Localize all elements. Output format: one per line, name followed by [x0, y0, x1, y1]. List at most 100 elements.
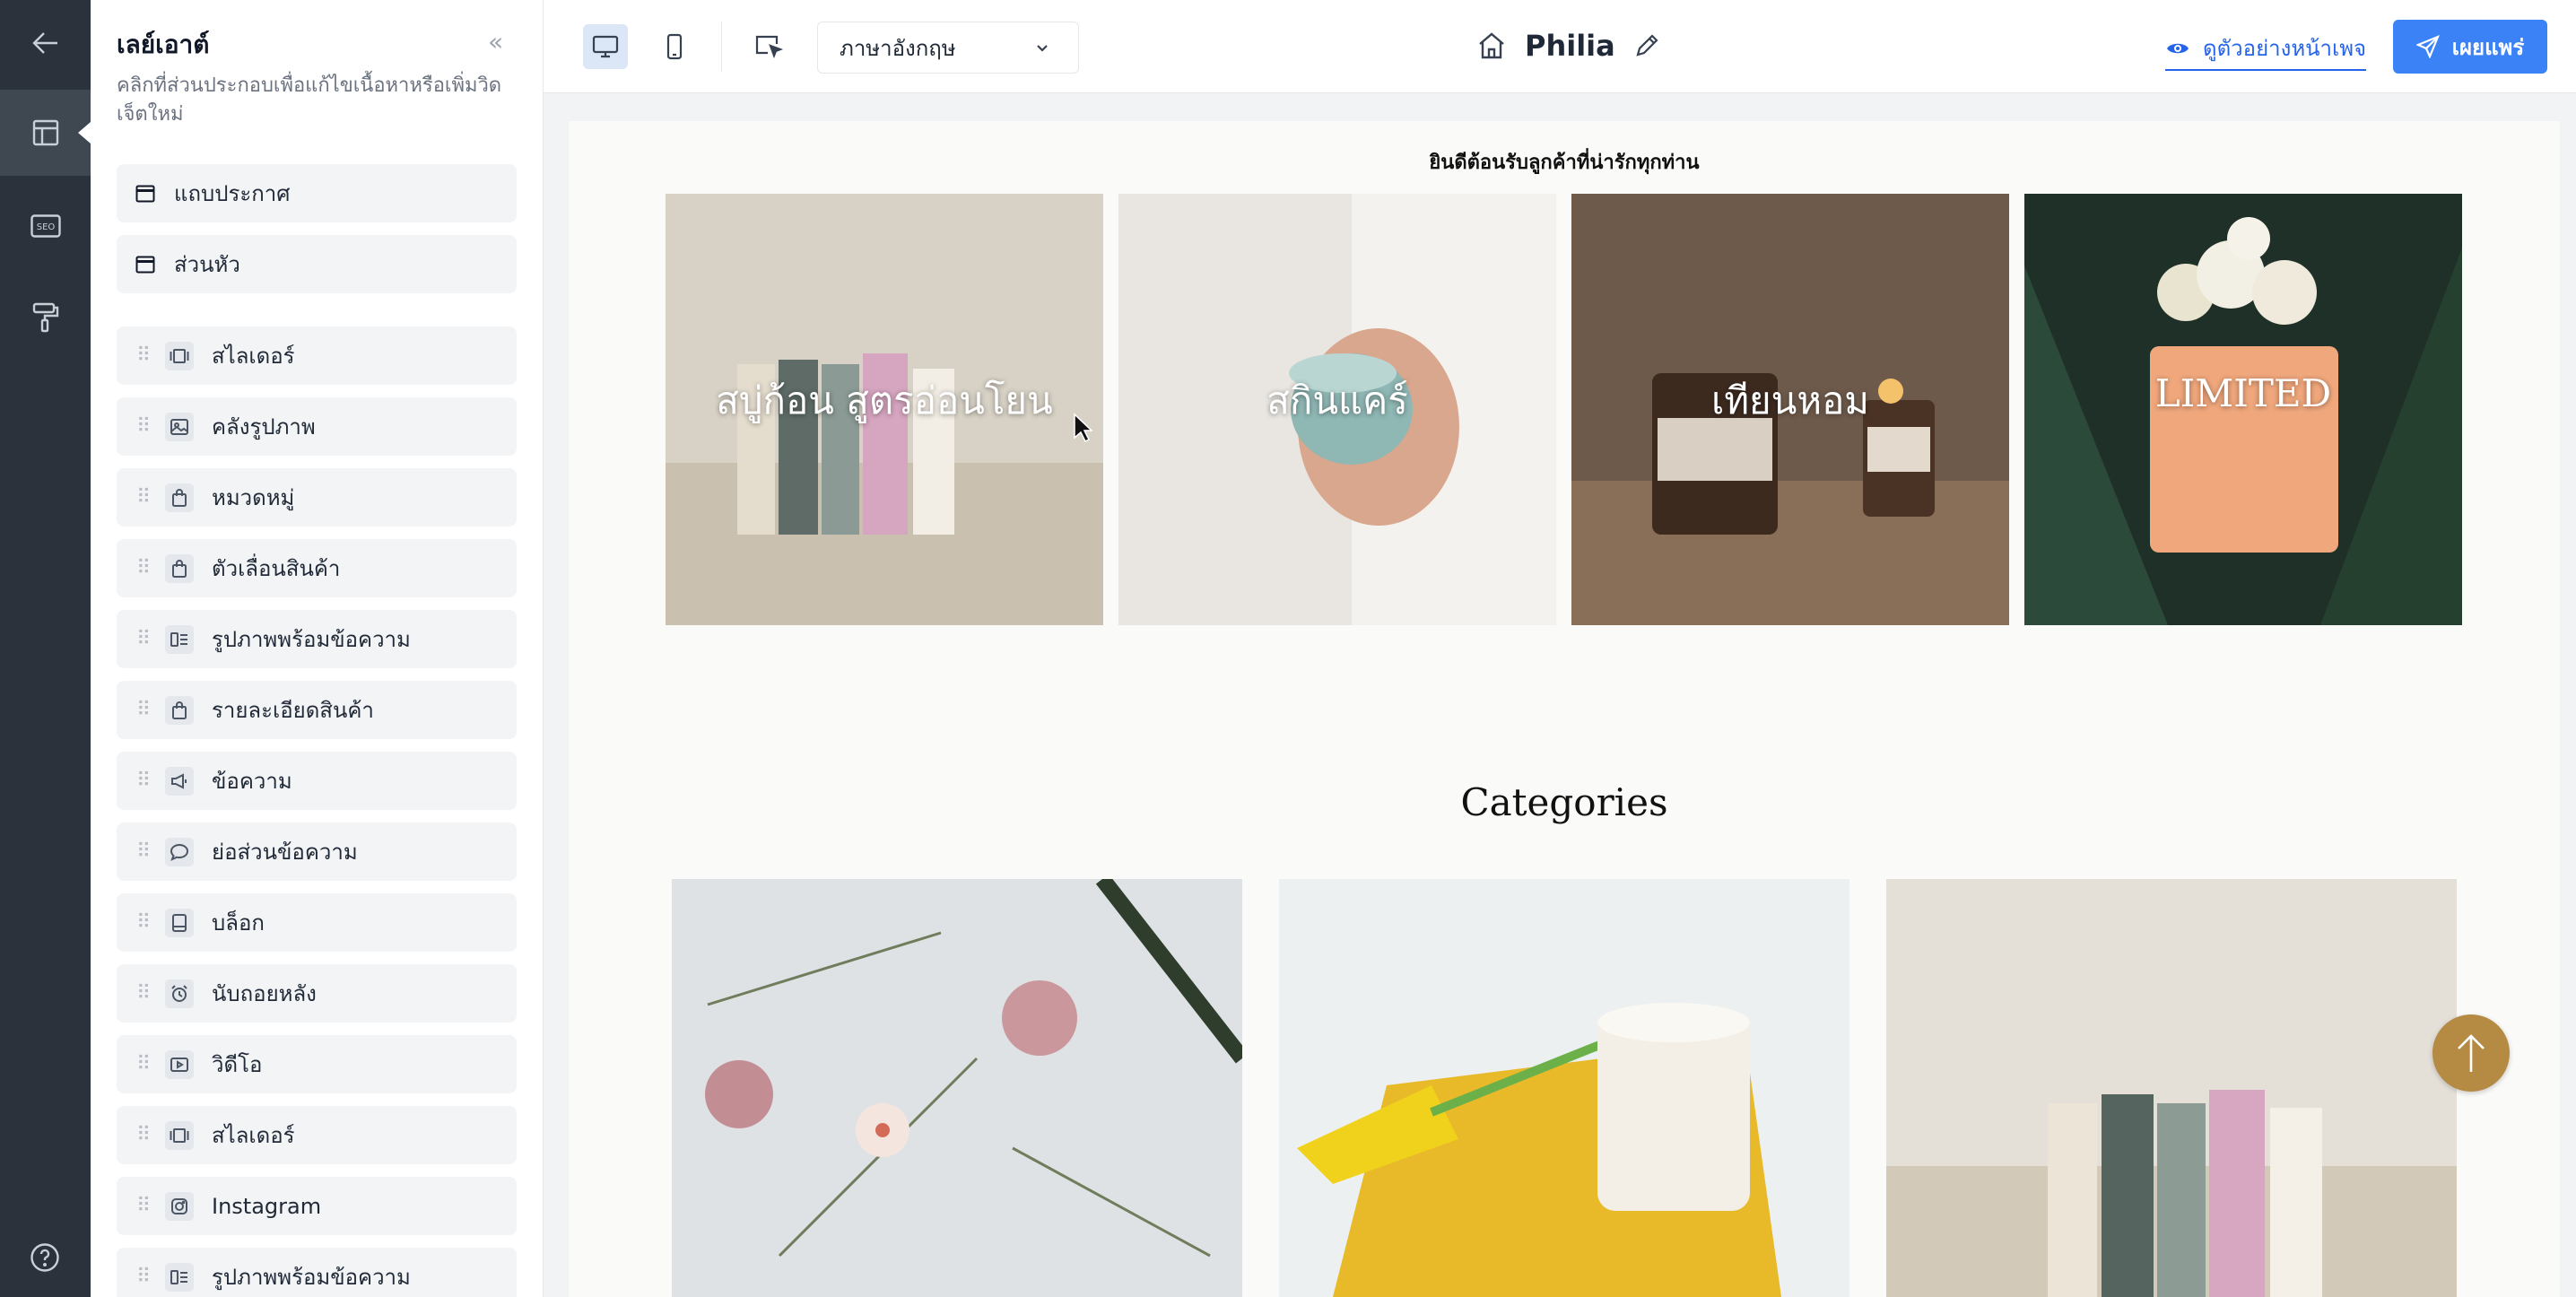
- language-value: ภาษาอังกฤษ: [840, 35, 956, 61]
- drag-handle-icon[interactable]: ⠿: [136, 628, 154, 650]
- window-icon: [131, 250, 160, 279]
- arrow-up-icon: [2458, 1034, 2485, 1072]
- seo-nav-button[interactable]: SEO: [0, 183, 91, 269]
- candle-image: [1279, 879, 1849, 1297]
- drag-handle-icon[interactable]: ⠿: [136, 1124, 154, 1146]
- tile-label: เทียนหอม: [1711, 379, 1869, 422]
- widget-label: ย่อส่วนข้อความ: [212, 840, 358, 865]
- mobile-view-button[interactable]: [652, 24, 697, 69]
- drag-handle-icon[interactable]: ⠿: [136, 415, 154, 438]
- section-announcement-bar[interactable]: แถบประกาศ: [117, 164, 517, 222]
- megaphone-icon: [165, 766, 194, 796]
- widget-label: นับถอยหลัง: [212, 981, 317, 1006]
- panel-description: คลิกที่ส่วนประกอบเพื่อแก้ไขเนื้อหาหรือเพ…: [117, 74, 502, 126]
- slider-icon: [165, 341, 194, 370]
- preview-page-link[interactable]: ดูตัวอย่างหน้าเพจ: [2165, 30, 2367, 71]
- drag-handle-icon[interactable]: ⠿: [136, 1266, 154, 1288]
- help-button[interactable]: [30, 1242, 60, 1276]
- back-button[interactable]: [0, 0, 91, 86]
- widget-category[interactable]: ⠿ หมวดหมู่: [117, 468, 517, 527]
- language-select[interactable]: ภาษาอังกฤษ: [817, 22, 1079, 74]
- home-icon: [1479, 32, 1504, 59]
- drag-handle-icon[interactable]: ⠿: [136, 982, 154, 1005]
- widget-video[interactable]: ⠿ วิดีโอ: [117, 1035, 517, 1093]
- section-label: ส่วนหัว: [174, 252, 240, 277]
- widget-product-slider[interactable]: ⠿ ตัวเลื่อนสินค้า: [117, 539, 517, 597]
- widget-label: รายละเอียดสินค้า: [212, 698, 374, 723]
- alarm-clock-icon: [165, 979, 194, 1008]
- drag-handle-icon[interactable]: ⠿: [136, 486, 154, 509]
- tile-label: สบู่ก้อน สูตรอ่อนโยน: [716, 379, 1053, 422]
- toolbar-divider: [721, 22, 722, 72]
- categories-heading: Categories: [1460, 780, 1668, 824]
- widget-slider[interactable]: ⠿ สไลเดอร์: [117, 326, 517, 385]
- soap-bars-image: [1886, 879, 2457, 1297]
- widget-label: สไลเดอร์: [212, 1123, 295, 1148]
- instagram-icon: [165, 1191, 194, 1221]
- site-preview-canvas[interactable]: ยินดีต้อนรับลูกค้าที่น่ารักทุกท่าน สบู่ก…: [569, 121, 2560, 1297]
- widget-countdown[interactable]: ⠿ นับถอยหลัง: [117, 964, 517, 1023]
- drag-handle-icon[interactable]: ⠿: [136, 770, 154, 792]
- tile-label: สกินแคร์: [1266, 379, 1408, 422]
- drag-handle-icon[interactable]: ⠿: [136, 699, 154, 721]
- seo-icon: SEO: [30, 214, 61, 238]
- mobile-icon: [666, 33, 683, 60]
- collapse-panel-button[interactable]: «: [488, 27, 503, 57]
- dried-flowers-image: [672, 879, 1242, 1297]
- tablet-icon: [165, 908, 194, 937]
- widget-image-with-text[interactable]: ⠿ รูปภาพพร้อมข้อความ: [117, 610, 517, 668]
- banner-tile-candles[interactable]: เทียนหอม: [1571, 194, 2009, 625]
- drag-handle-icon[interactable]: ⠿: [136, 344, 154, 367]
- bag-icon: [165, 483, 194, 512]
- site-name-group: Philia: [1476, 23, 1660, 68]
- category-card-soap[interactable]: [1886, 879, 2457, 1297]
- theme-nav-button[interactable]: [0, 274, 91, 361]
- image-text-icon: [165, 624, 194, 654]
- drag-handle-icon[interactable]: ⠿: [136, 557, 154, 579]
- widget-gallery[interactable]: ⠿ คลังรูปภาพ: [117, 397, 517, 456]
- widget-label: คลังรูปภาพ: [212, 414, 316, 440]
- announcement-text: ยินดีต้อนรับลูกค้าที่น่ารักทุกท่าน: [1429, 152, 1700, 174]
- layout-icon: [32, 119, 58, 146]
- widget-label: หมวดหมู่: [212, 485, 295, 510]
- scroll-to-top-button[interactable]: [2432, 1014, 2510, 1092]
- widget-label: สไลเดอร์: [212, 344, 295, 369]
- publish-button[interactable]: เผยแพร่: [2393, 20, 2547, 74]
- drag-handle-icon[interactable]: ⠿: [136, 1195, 154, 1217]
- help-circle-icon: [30, 1243, 59, 1272]
- banner-tile-soap[interactable]: สบู่ก้อน สูตรอ่อนโยน: [666, 194, 1103, 625]
- edit-pencil-icon[interactable]: [1633, 32, 1660, 59]
- cursor-select-icon: [755, 35, 784, 59]
- widget-blog[interactable]: ⠿ บล็อก: [117, 893, 517, 952]
- category-card-flowers[interactable]: [672, 879, 1242, 1297]
- desktop-icon: [592, 35, 619, 58]
- widget-label: บล็อก: [212, 910, 265, 936]
- image-text-icon: [165, 1262, 194, 1292]
- paint-roller-icon: [32, 302, 58, 333]
- panel-title: เลย์เอาต์: [117, 30, 210, 59]
- widget-text-summary[interactable]: ⠿ ย่อส่วนข้อความ: [117, 823, 517, 881]
- widget-slider-2[interactable]: ⠿ สไลเดอร์: [117, 1106, 517, 1164]
- publish-label: เผยแพร่: [2451, 34, 2525, 60]
- video-icon: [165, 1049, 194, 1079]
- back-arrow-icon: [31, 32, 57, 54]
- section-header[interactable]: ส่วนหัว: [117, 235, 517, 293]
- banner-tile-limited[interactable]: LIMITED: [2024, 194, 2462, 625]
- drag-handle-icon[interactable]: ⠿: [136, 911, 154, 934]
- chat-bubble-icon: [165, 837, 194, 866]
- layout-nav-button[interactable]: [0, 90, 91, 176]
- widget-instagram[interactable]: ⠿ Instagram: [117, 1177, 517, 1235]
- banner-tile-skincare[interactable]: สกินแคร์: [1118, 194, 1556, 625]
- widget-label: รูปภาพพร้อมข้อความ: [212, 627, 411, 652]
- widget-product-details[interactable]: ⠿ รายละเอียดสินค้า: [117, 681, 517, 739]
- select-element-button[interactable]: [747, 24, 792, 69]
- widget-text[interactable]: ⠿ ข้อความ: [117, 752, 517, 810]
- section-label: แถบประกาศ: [174, 181, 291, 206]
- tile-label: LIMITED: [2154, 371, 2332, 415]
- drag-handle-icon[interactable]: ⠿: [136, 1053, 154, 1075]
- desktop-view-button[interactable]: [583, 24, 628, 69]
- widget-label: Instagram: [212, 1193, 322, 1219]
- drag-handle-icon[interactable]: ⠿: [136, 840, 154, 863]
- widget-image-with-text-2[interactable]: ⠿ รูปภาพพร้อมข้อความ: [117, 1248, 517, 1297]
- category-card-candle[interactable]: [1279, 879, 1849, 1297]
